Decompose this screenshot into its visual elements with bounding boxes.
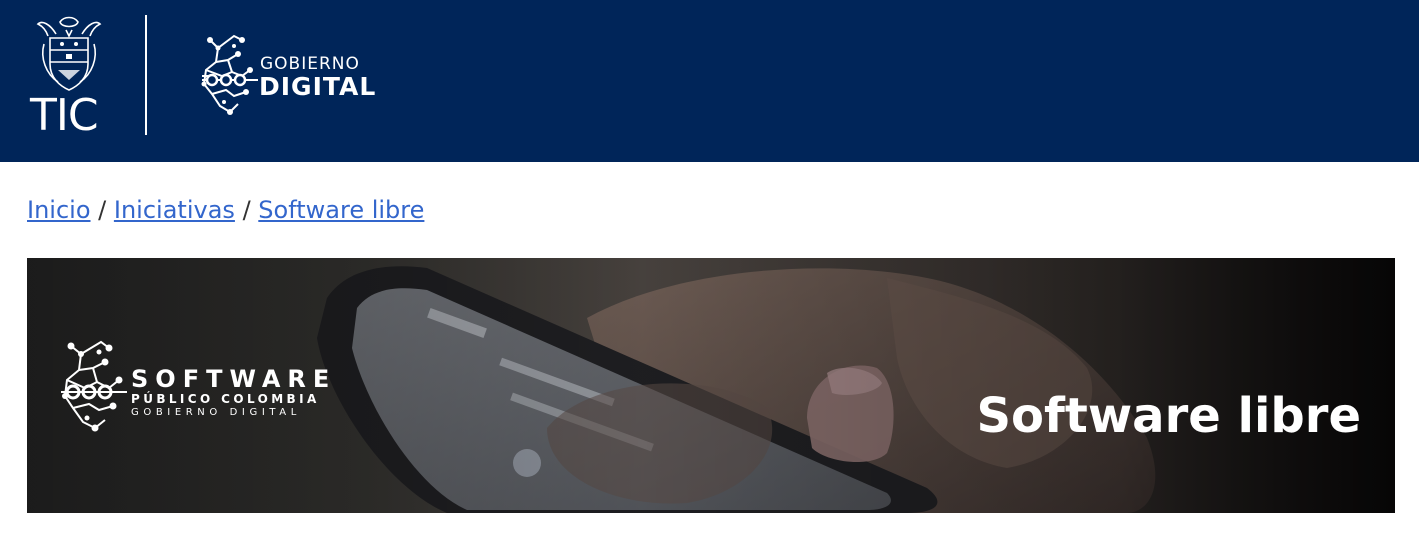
- software-publico-colombia-logo: SOFTWARE PÚBLICO COLOMBIA GOBIERNO DIGIT…: [57, 336, 357, 436]
- breadcrumb-separator: /: [98, 196, 107, 224]
- hero-banner: SOFTWARE PÚBLICO COLOMBIA GOBIERNO DIGIT…: [27, 258, 1395, 513]
- header-divider: [145, 15, 147, 135]
- breadcrumb-link-iniciativas[interactable]: Iniciativas: [114, 196, 235, 224]
- tic-label: TIC: [30, 90, 99, 141]
- breadcrumb: Inicio / Iniciativas / Software libre: [27, 195, 424, 225]
- mintic-logo[interactable]: TIC: [30, 14, 110, 138]
- site-header: TIC GOBIERNO DIGITAL: [0, 0, 1419, 162]
- breadcrumb-separator: /: [242, 196, 251, 224]
- colombia-coat-of-arms-icon: [36, 16, 102, 91]
- digital-label: DIGITAL: [259, 72, 377, 101]
- publico-colombia-label: PÚBLICO COLOMBIA: [131, 392, 320, 406]
- gobierno-digital-sublabel: GOBIERNO DIGITAL: [131, 407, 301, 418]
- breadcrumb-link-software-libre[interactable]: Software libre: [258, 196, 424, 224]
- software-label: SOFTWARE: [131, 365, 337, 393]
- hero-title: Software libre: [976, 388, 1361, 445]
- gobierno-label: GOBIERNO: [260, 54, 360, 74]
- gobierno-digital-mark-icon: [201, 34, 258, 115]
- breadcrumb-link-inicio[interactable]: Inicio: [27, 196, 91, 224]
- software-publico-mark-icon: [61, 340, 127, 432]
- gobierno-digital-logo[interactable]: GOBIERNO DIGITAL: [198, 32, 398, 118]
